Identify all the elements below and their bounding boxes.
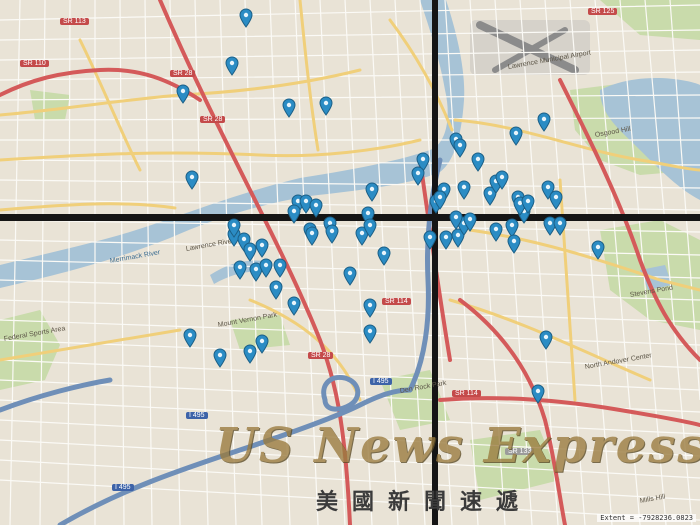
map-pin-icon[interactable] <box>239 8 253 28</box>
map-pin-icon[interactable] <box>269 280 283 300</box>
map-pin-icon[interactable] <box>457 180 471 200</box>
map-pin-icon[interactable] <box>365 182 379 202</box>
map-pin-icon[interactable] <box>423 230 437 250</box>
map-pin-icon[interactable] <box>495 170 509 190</box>
map-pin-icon[interactable] <box>507 234 521 254</box>
map-pin-icon[interactable] <box>309 198 323 218</box>
map-pin-icon[interactable] <box>259 258 273 278</box>
map-pin-icon[interactable] <box>591 240 605 260</box>
route-shield: SR 125 <box>588 8 618 15</box>
route-shield: SR 110 <box>20 60 49 67</box>
map-pin-icon[interactable] <box>282 98 296 118</box>
watermark-title: US News Express <box>215 418 700 474</box>
map-pin-icon[interactable] <box>273 258 287 278</box>
map-pin-icon[interactable] <box>531 384 545 404</box>
map-pin-icon[interactable] <box>363 298 377 318</box>
map-pin-icon[interactable] <box>255 238 269 258</box>
route-shield: I 495 <box>112 484 134 491</box>
map-pin-icon[interactable] <box>449 210 463 230</box>
map-pin-icon[interactable] <box>553 216 567 236</box>
map-pin-icon[interactable] <box>363 218 377 238</box>
map-pin-icon[interactable] <box>509 126 523 146</box>
route-shield: SR 28 <box>170 70 196 77</box>
map-pin-icon[interactable] <box>176 84 190 104</box>
map-pin-icon[interactable] <box>233 260 247 280</box>
map-pin-icon[interactable] <box>463 212 477 232</box>
watermark-subtitle: 美國新聞速遞 <box>316 490 533 515</box>
map-pin-icon[interactable] <box>287 296 301 316</box>
route-shield: SR 113 <box>60 18 89 25</box>
route-shield: I 495 <box>370 378 392 385</box>
route-shield: SR 28 <box>200 116 226 123</box>
map-pin-icon[interactable] <box>305 226 319 246</box>
map-pin-icon[interactable] <box>255 334 269 354</box>
map-pin-icon[interactable] <box>377 246 391 266</box>
route-shield: SR 114 <box>452 390 481 397</box>
route-shield: SR 114 <box>382 298 411 305</box>
map-pin-icon[interactable] <box>319 96 333 116</box>
extent-readout: Extent = -7928236.0823 <box>597 514 696 522</box>
map-pin-icon[interactable] <box>213 348 227 368</box>
route-shield: SR 28 <box>308 352 334 359</box>
map-pin-icon[interactable] <box>521 194 535 214</box>
route-shield: I 495 <box>186 412 208 419</box>
map-pin-icon[interactable] <box>227 218 241 238</box>
map-pin-icon[interactable] <box>539 330 553 350</box>
map-pin-icon[interactable] <box>433 190 447 210</box>
map-pin-icon[interactable] <box>549 190 563 210</box>
map-pin-icon[interactable] <box>343 266 357 286</box>
map-pin-icon[interactable] <box>225 56 239 76</box>
map-display-wall: Lawrence Riverfront Lawrence Municipal A… <box>0 0 700 525</box>
map-pin-icon[interactable] <box>185 170 199 190</box>
map-pin-icon[interactable] <box>325 224 339 244</box>
map-pin-icon[interactable] <box>411 166 425 186</box>
map-pin-icon[interactable] <box>453 138 467 158</box>
map-pin-icon[interactable] <box>489 222 503 242</box>
map-pin-icon[interactable] <box>537 112 551 132</box>
map-pin-icon[interactable] <box>183 328 197 348</box>
map-pin-icon[interactable] <box>471 152 485 172</box>
map-pin-icon[interactable] <box>287 204 301 224</box>
map-pin-icon[interactable] <box>363 324 377 344</box>
